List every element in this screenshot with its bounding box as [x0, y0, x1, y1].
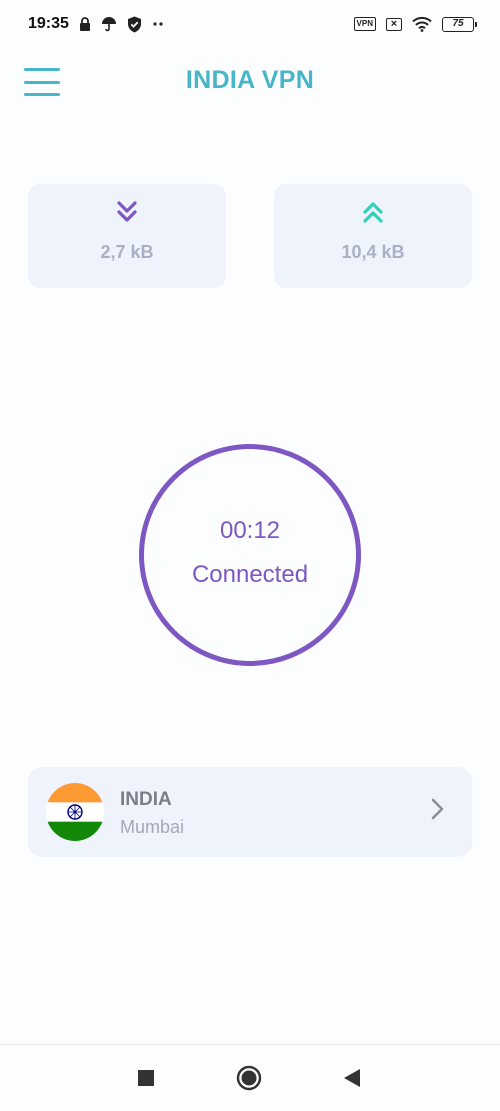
status-bar-left: 19:35: [28, 15, 164, 33]
status-bar-right: VPN × 75: [353, 16, 477, 32]
app-title: INDIA VPN: [185, 66, 315, 94]
more-dots-icon: [152, 21, 164, 27]
status-time: 19:35: [28, 15, 69, 32]
connect-button[interactable]: 00:12 Connected: [139, 444, 361, 666]
upload-value: 10,4 kB: [341, 242, 405, 262]
server-country: INDIA: [120, 789, 172, 810]
vpn-icon: VPN: [353, 17, 376, 31]
india-flag-icon: [46, 783, 104, 841]
battery-icon: 75: [442, 16, 477, 32]
recents-square-icon[interactable]: [137, 1069, 155, 1087]
no-sim-icon: ×: [386, 17, 402, 31]
home-circle-icon[interactable]: [236, 1065, 262, 1091]
connection-status: Connected: [191, 561, 309, 588]
back-triangle-icon[interactable]: [343, 1068, 361, 1088]
double-chevron-down-icon: [115, 200, 139, 226]
download-stat-card: 2,7 kB: [28, 184, 226, 288]
double-chevron-up-icon: [361, 200, 385, 226]
umbrella-icon: [101, 16, 117, 32]
wifi-icon: [412, 16, 432, 32]
chevron-right-icon: [428, 796, 448, 822]
server-selector[interactable]: INDIA Mumbai: [28, 767, 472, 857]
navigation-bar: [0, 1044, 500, 1111]
download-value: 2,7 kB: [100, 242, 154, 262]
shield-check-icon: [127, 16, 142, 33]
upload-stat-card: 10,4 kB: [274, 184, 472, 288]
lock-icon: [79, 17, 91, 31]
connection-timer: 00:12: [219, 517, 281, 544]
status-bar: 19:35 VPN × 75: [0, 0, 500, 48]
server-city: Mumbai: [120, 817, 185, 837]
